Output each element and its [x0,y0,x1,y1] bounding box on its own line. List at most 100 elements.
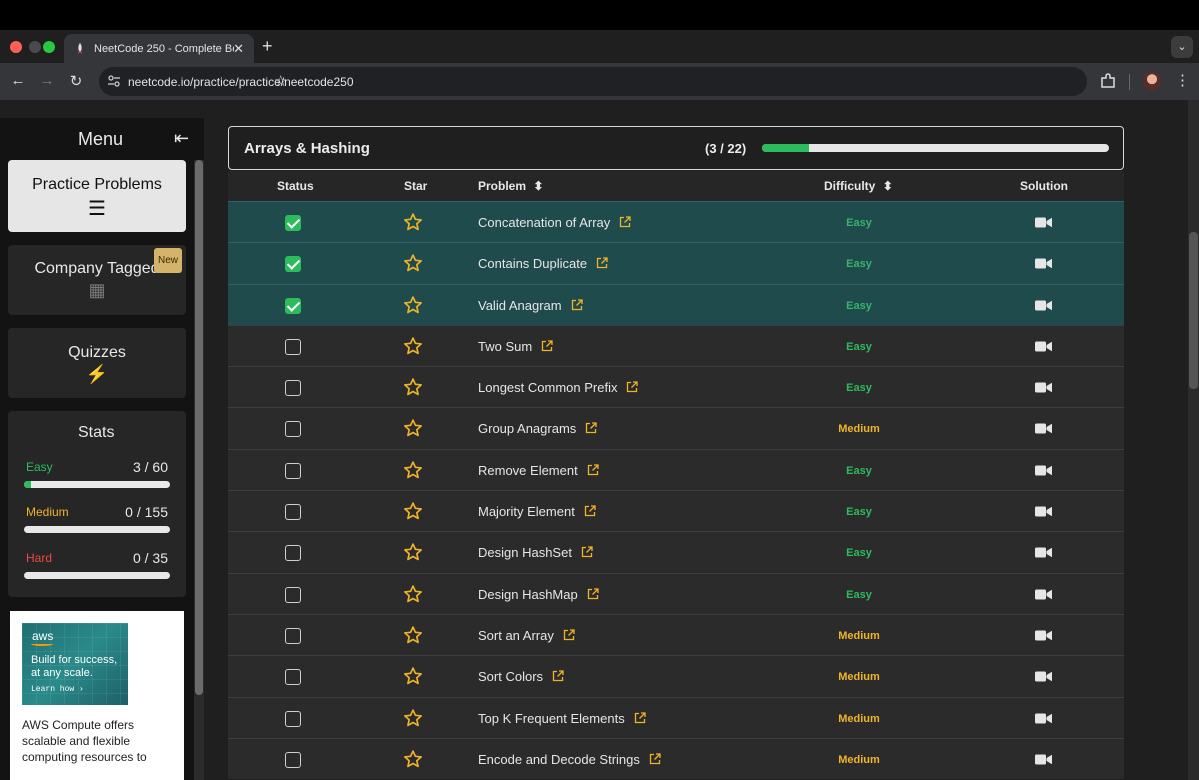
problem-name[interactable]: Longest Common Prefix [478,380,617,395]
forward-button[interactable]: → [37,72,57,89]
external-link-icon[interactable] [584,505,596,517]
difficulty-header[interactable]: Difficulty ⬍ [824,179,893,193]
table-row[interactable]: Group Anagrams Medium [228,407,1124,449]
external-link-icon[interactable] [626,381,639,393]
sidebar-scroll-thumb[interactable] [195,160,203,695]
address-bar[interactable]: neetcode.io/practice/practice/neetcode25… [99,67,1087,96]
problem-name[interactable]: Concatenation of Array [478,215,610,230]
status-checkbox[interactable] [285,338,301,355]
reload-button[interactable]: ↻ [66,72,86,90]
minimize-window-button[interactable] [29,41,41,53]
practice-problems-card[interactable]: Practice Problems ☰ [8,160,186,232]
status-checkbox[interactable] [285,545,301,562]
table-row[interactable]: Remove Element Easy [228,448,1124,491]
problem-link[interactable]: Remove Element [478,463,599,478]
status-checkbox[interactable] [285,710,301,727]
problem-name[interactable]: Group Anagrams [478,421,576,436]
external-link-icon[interactable] [541,340,553,352]
problem-link[interactable]: Design HashMap [478,587,599,602]
problem-name[interactable]: Valid Anagram [478,298,562,313]
star-icon[interactable] [403,501,423,521]
video-solution-icon[interactable] [1035,423,1052,434]
problem-link[interactable]: Valid Anagram [478,298,583,313]
problem-link[interactable]: Group Anagrams [478,421,597,436]
video-solution-icon[interactable] [1035,713,1052,724]
status-checkbox[interactable] [285,462,301,479]
problem-name[interactable]: Sort an Array [478,628,554,643]
star-icon[interactable] [403,336,423,356]
table-row[interactable]: Majority Element Easy [228,490,1124,532]
table-row[interactable]: Two Sum Easy [228,324,1124,367]
video-solution-icon[interactable] [1035,465,1052,476]
close-window-button[interactable] [10,41,22,53]
video-solution-icon[interactable] [1035,300,1052,311]
star-icon[interactable] [403,460,423,480]
site-settings-icon[interactable] [107,74,121,88]
external-link-icon[interactable] [552,670,564,682]
table-row[interactable]: Encode and Decode Strings Medium [228,737,1124,780]
ad-learn-how-link[interactable]: Learn how › [31,685,84,694]
external-link-icon[interactable] [571,298,583,311]
problem-link[interactable]: Majority Element [478,504,596,519]
star-icon[interactable] [403,253,423,273]
status-checkbox[interactable] [285,215,301,231]
problem-header[interactable]: Problem ⬍ [478,179,543,193]
status-checkbox[interactable] [285,627,301,644]
problem-name[interactable]: Majority Element [478,504,575,519]
collapse-menu-icon[interactable]: ⇤ [174,128,189,149]
status-checkbox[interactable] [285,256,301,273]
sort-icon[interactable]: ⬍ [533,179,543,193]
problem-name[interactable]: Design HashMap [478,587,578,602]
problem-link[interactable]: Contains Duplicate [478,256,608,271]
external-link-icon[interactable] [587,588,599,600]
problem-name[interactable]: Top K Frequent Elements [478,711,625,726]
video-solution-icon[interactable] [1035,589,1052,600]
star-icon[interactable] [403,666,423,686]
new-tab-button[interactable]: + [262,36,273,57]
table-row[interactable]: Top K Frequent Elements Medium [228,696,1124,738]
external-link-icon[interactable] [619,216,631,228]
video-solution-icon[interactable] [1035,506,1052,517]
table-row[interactable]: Sort Colors Medium [228,655,1124,697]
external-link-icon[interactable] [634,711,646,724]
problem-name[interactable]: Remove Element [478,463,578,478]
status-checkbox[interactable] [285,586,301,603]
main-scroll-thumb[interactable] [1189,232,1198,389]
problem-link[interactable]: Longest Common Prefix [478,380,639,395]
table-row[interactable]: Design HashSet Easy [228,531,1124,573]
external-link-icon[interactable] [581,546,593,558]
status-checkbox[interactable] [285,380,301,397]
main-scrollbar[interactable] [1188,100,1199,780]
bookmark-star-icon[interactable]: ☆ [274,72,294,92]
status-checkbox[interactable] [285,421,301,438]
video-solution-icon[interactable] [1035,258,1052,269]
video-solution-icon[interactable] [1035,754,1052,765]
problem-link[interactable]: Two Sum [478,339,553,354]
problem-name[interactable]: Sort Colors [478,669,543,684]
video-solution-icon[interactable] [1035,217,1052,228]
browser-menu-icon[interactable]: ⋮ [1175,71,1190,89]
problem-link[interactable]: Concatenation of Array [478,215,631,230]
table-row[interactable]: Design HashMap Easy [228,572,1124,614]
external-link-icon[interactable] [649,753,661,765]
star-icon[interactable] [403,749,423,769]
browser-tab[interactable]: NeetCode 250 - Complete Be ✕ [64,34,254,63]
back-button[interactable]: ← [8,72,28,89]
star-icon[interactable] [403,377,423,397]
problem-name[interactable]: Design HashSet [478,545,572,560]
sort-icon[interactable]: ⬍ [883,179,893,193]
external-link-icon[interactable] [585,422,597,434]
star-icon[interactable] [403,584,423,604]
video-solution-icon[interactable] [1035,382,1052,393]
table-row[interactable]: Contains Duplicate Easy [228,242,1124,284]
problem-name[interactable]: Contains Duplicate [478,256,587,271]
star-icon[interactable] [403,295,423,315]
video-solution-icon[interactable] [1035,341,1052,352]
status-checkbox[interactable] [285,751,301,768]
external-link-icon[interactable] [563,629,575,641]
problem-name[interactable]: Two Sum [478,339,532,354]
zoom-window-button[interactable] [43,41,55,53]
star-icon[interactable] [403,708,423,728]
problem-link[interactable]: Top K Frequent Elements [478,711,646,726]
tab-search-button[interactable]: ⌄ [1171,36,1193,58]
